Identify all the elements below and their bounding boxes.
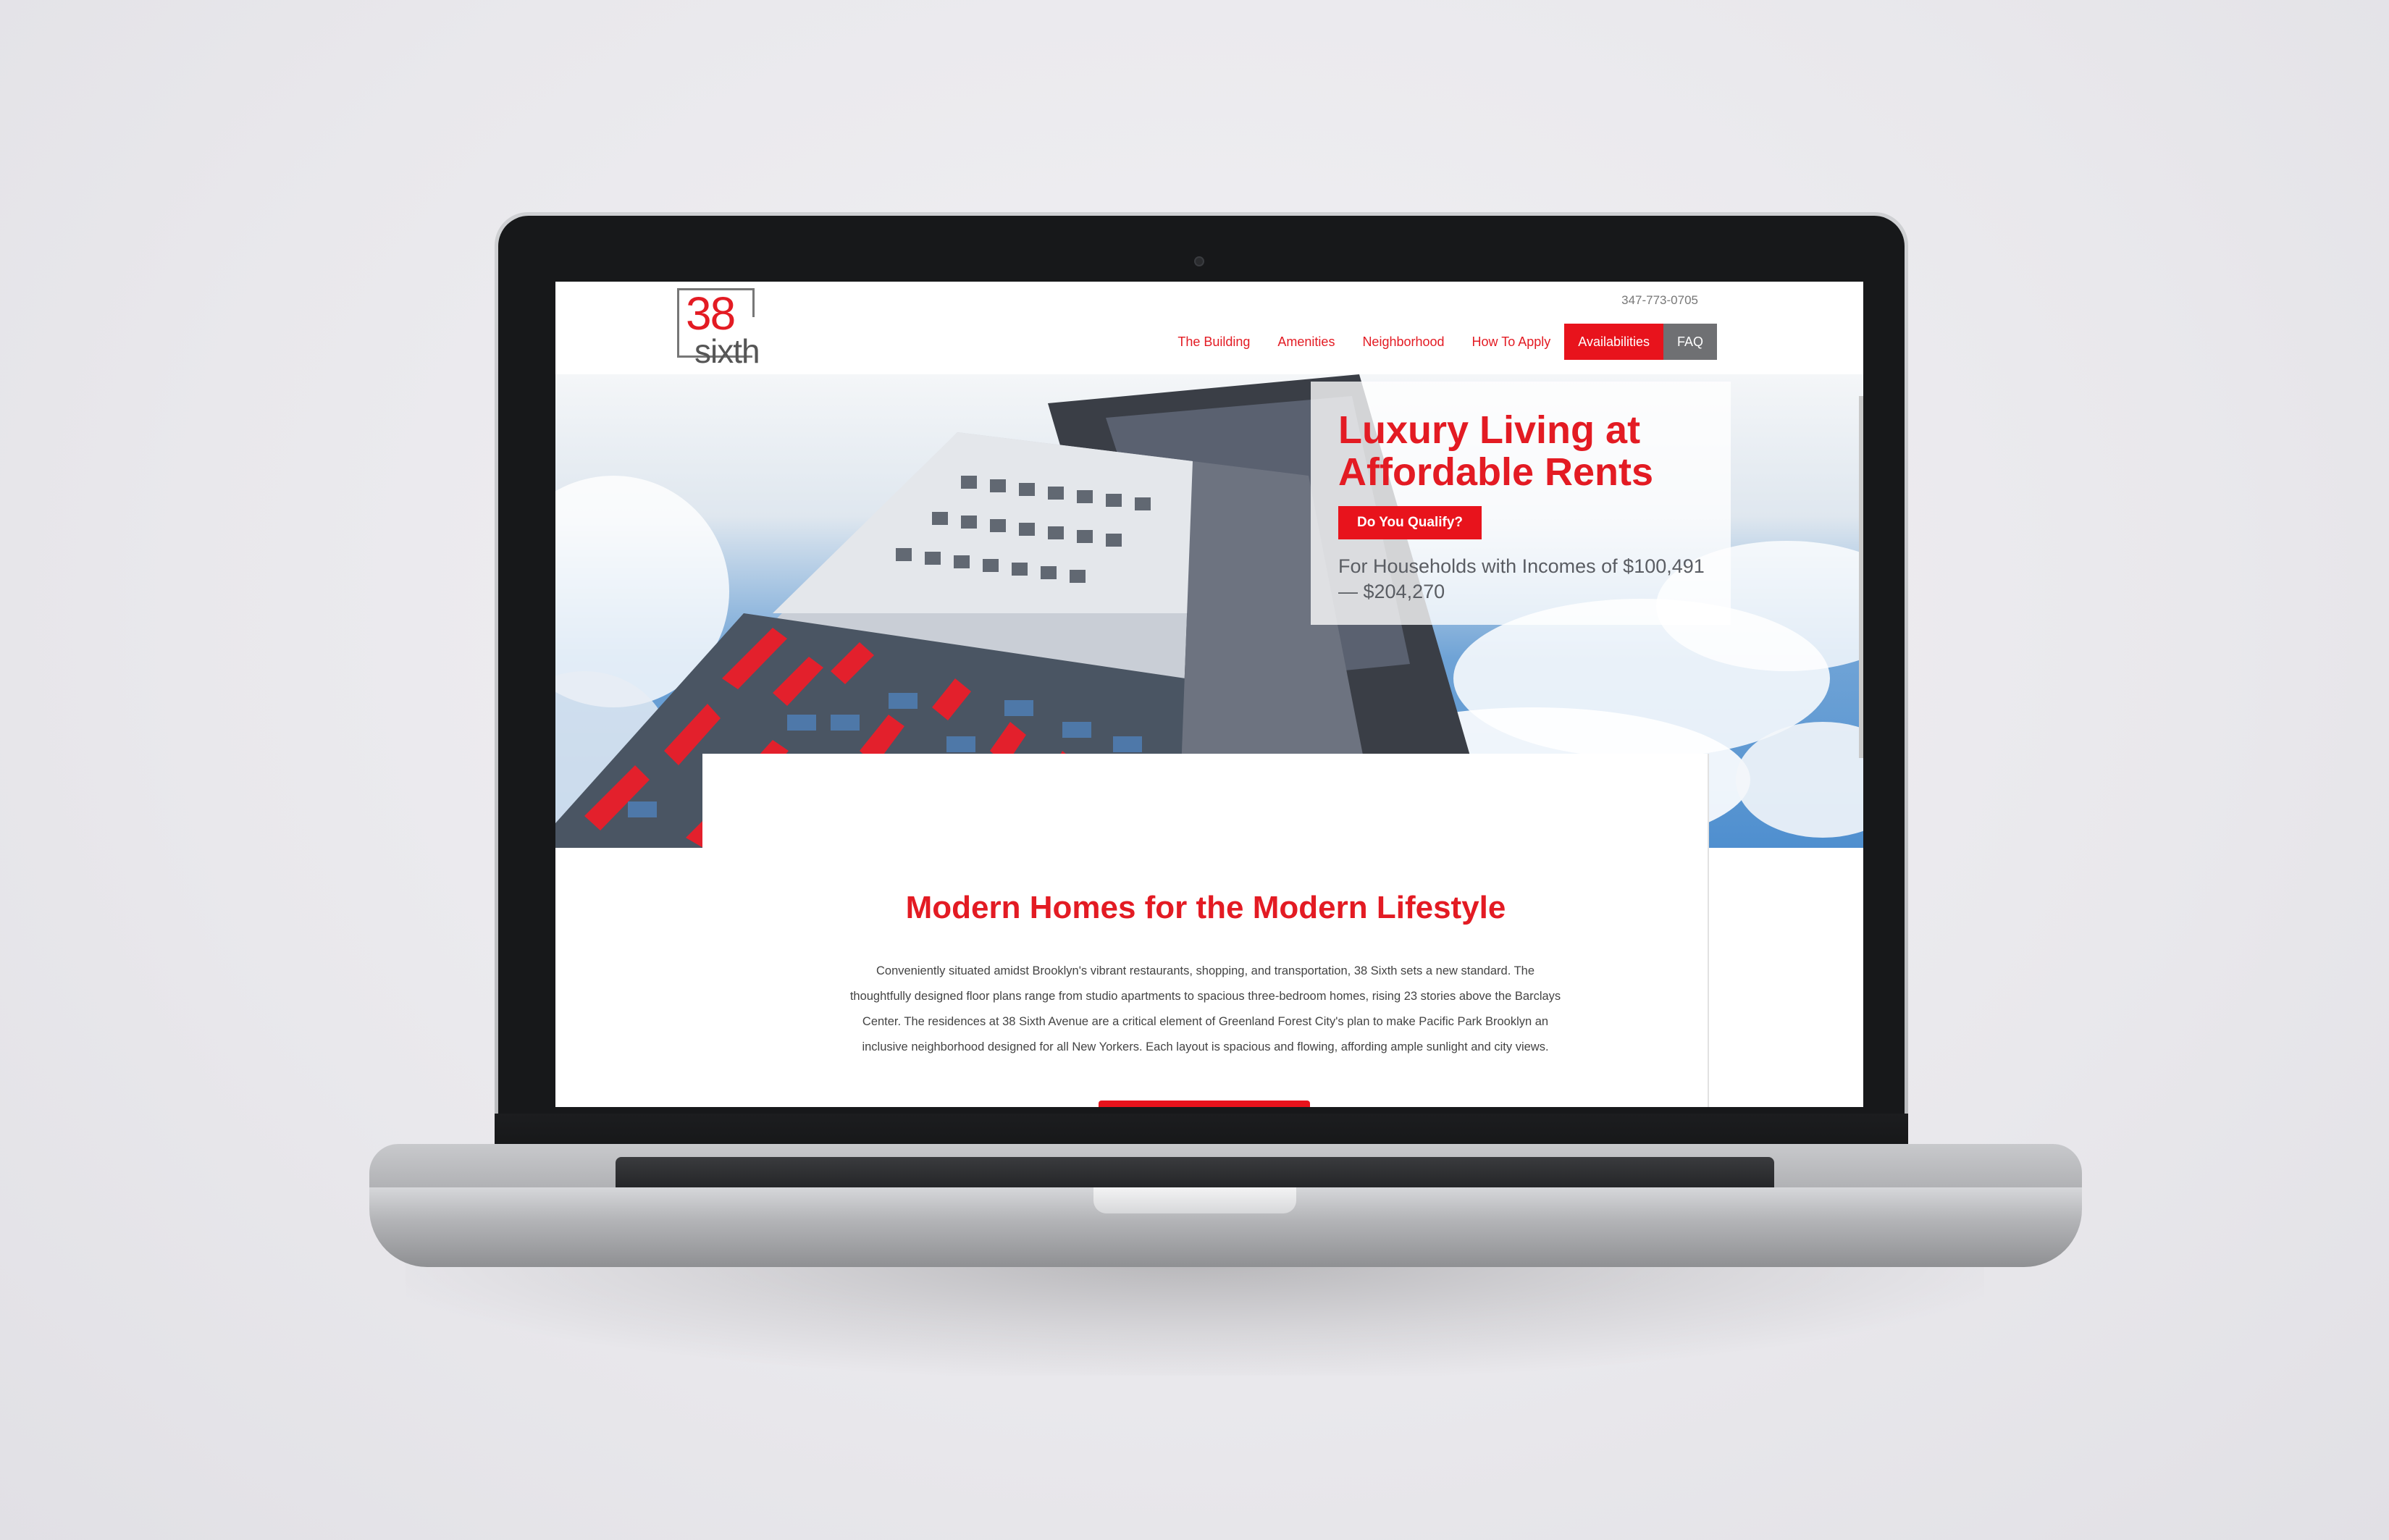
- hero-title: Luxury Living at Affordable Rents: [1338, 408, 1654, 494]
- lid-notch: [1093, 1187, 1296, 1213]
- site-header: 38 sixth 347-773-0705 The Building Ameni…: [555, 282, 1863, 374]
- nav-how-to-apply[interactable]: How To Apply: [1458, 324, 1565, 360]
- section-body: Conveniently situated amidst Brooklyn's …: [849, 964, 1561, 1053]
- main-nav: The Building Amenities Neighborhood How …: [1164, 324, 1717, 360]
- nav-amenities[interactable]: Amenities: [1264, 324, 1348, 360]
- do-you-qualify-button[interactable]: Do You Qualify?: [1338, 506, 1482, 539]
- section-title: Modern Homes for the Modern Lifestyle: [905, 890, 1506, 925]
- nav-faq[interactable]: FAQ: [1663, 324, 1717, 360]
- section-cta-button[interactable]: [1099, 1101, 1310, 1107]
- scrollbar[interactable]: [1859, 396, 1863, 758]
- laptop-lid: 38 sixth 347-773-0705 The Building Ameni…: [495, 212, 1908, 1186]
- logo-word: sixth: [694, 332, 760, 370]
- nav-the-building[interactable]: The Building: [1164, 324, 1264, 360]
- screen-bezel: 38 sixth 347-773-0705 The Building Ameni…: [498, 216, 1905, 1182]
- hero-subtitle: For Households with Incomes of $100,491—…: [1338, 555, 1705, 602]
- nav-neighborhood[interactable]: Neighborhood: [1348, 324, 1458, 360]
- camera-icon: [1194, 256, 1204, 266]
- hero-panel: Luxury Living at Affordable Rents Do You…: [1311, 382, 1731, 625]
- content-card-top: [702, 754, 1709, 848]
- nav-availabilities[interactable]: Availabilities: [1564, 324, 1663, 360]
- site-logo[interactable]: 38 sixth: [677, 287, 760, 370]
- phone-number[interactable]: 347-773-0705: [1621, 293, 1698, 308]
- browser-viewport: 38 sixth 347-773-0705 The Building Ameni…: [555, 282, 1863, 1107]
